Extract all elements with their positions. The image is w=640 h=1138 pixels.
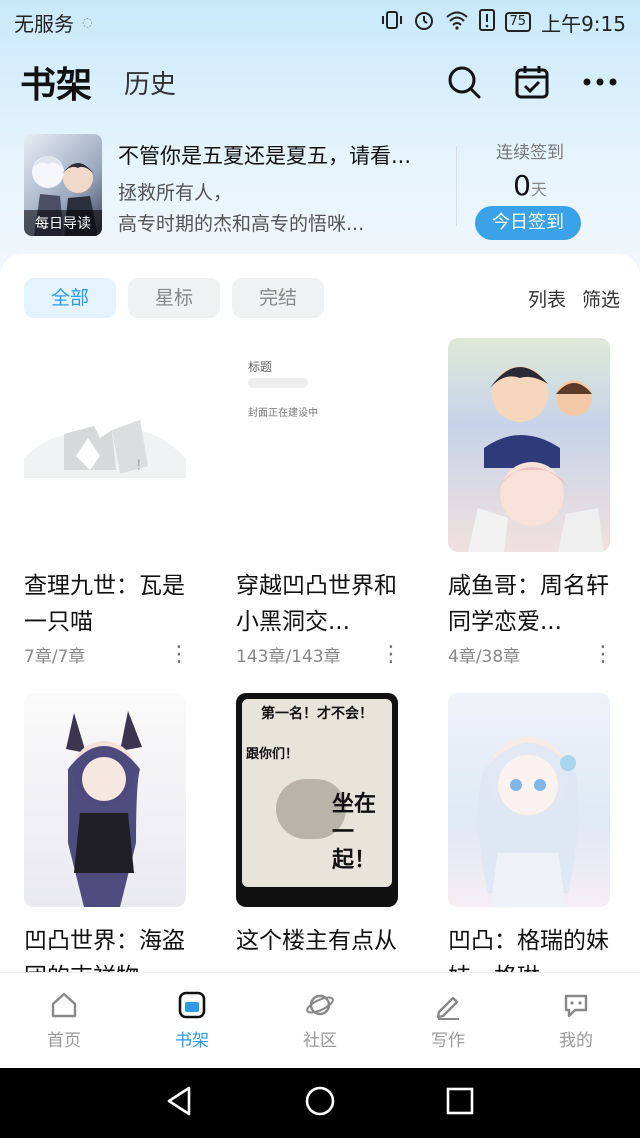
book-card[interactable]: 第一名！才不会！ 跟你们！ 坐在一起！ 这个楼主有点从 (236, 693, 400, 972)
book-cover[interactable]: ! (24, 338, 186, 552)
filter-chip-all[interactable]: 全部 (24, 278, 116, 318)
filter-chip-finished[interactable]: 完结 (232, 278, 324, 318)
book-more-icon[interactable]: ⋮ (592, 643, 614, 665)
system-nav-bar (0, 1068, 640, 1138)
book-cover[interactable] (448, 338, 610, 552)
book-title: 凹凸世界：海盗团的吉祥物 (24, 928, 185, 972)
cover-placeholder-title: 标题 (248, 360, 273, 374)
book-grid: ! 查理九世：瓦是一只喵 7章/7章 ⋮ 标题 封面正在建设中 穿越凹凸世界和小… (24, 338, 616, 972)
svg-text:!: ! (136, 458, 142, 474)
daily-guide-cover[interactable]: 每日导读 (24, 134, 102, 236)
book-cover[interactable] (448, 693, 610, 907)
book-more-icon[interactable]: ⋮ (380, 643, 402, 665)
carrier-text: 无服务 (14, 11, 74, 36)
book-title: 凹凸：格瑞的妹妹，格琳 (448, 928, 609, 972)
banner-title: 不管你是五夏还是夏五，请看... (118, 144, 412, 168)
filter-button[interactable]: 筛选 (582, 285, 620, 312)
sim-alert-icon (478, 8, 495, 36)
anime-white-hair-girl-illustration (478, 737, 579, 907)
tab-label: 社区 (303, 1031, 337, 1051)
filter-bar: 全部 星标 完结 列表 筛选 (24, 278, 620, 318)
meme-caption-top: 第一名！才不会！ (261, 706, 373, 722)
list-view-button[interactable]: 列表 (528, 285, 566, 312)
book-title: 穿越凹凸世界和小黑洞交... (236, 573, 397, 635)
tab-label: 书架 (175, 1031, 209, 1051)
meme-caption-main: 坐在一起！ (332, 792, 377, 873)
book-title: 查理九世：瓦是一只喵 (24, 573, 185, 635)
home-nav-icon[interactable] (304, 1085, 336, 1121)
search-icon[interactable] (444, 62, 484, 102)
bottom-tab-bar: 首页 书架 社区 写作 我的 (0, 972, 640, 1068)
anime-cat-ear-girl-illustration (66, 711, 142, 907)
book-progress: 4章/38章 (448, 647, 521, 667)
checkin-widget: 连续签到 0天 今日签到 (475, 134, 585, 240)
chat-bubble-icon (564, 994, 588, 1018)
anime-boy-girl-illustration (468, 366, 604, 552)
checkin-label: 连续签到 (496, 143, 564, 163)
meme-caption-left: 跟你们！ (246, 747, 299, 762)
clock-text: 上午9:15 (541, 11, 626, 36)
book-card[interactable]: ! 查理九世：瓦是一只喵 7章/7章 ⋮ (24, 338, 190, 667)
banner-line-2: 拯救所有人， (118, 182, 233, 204)
tab-bookshelf-title[interactable]: 书架 (20, 56, 92, 108)
tab-history[interactable]: 历史 (124, 64, 176, 101)
banner-line-3: 高专时期的杰和高专的悟咪... (118, 213, 365, 235)
book-card[interactable]: 咸鱼哥：周名轩同学恋爱... 4章/38章 ⋮ (448, 338, 614, 667)
filter-chip-starred[interactable]: 星标 (128, 278, 220, 318)
recents-icon[interactable] (445, 1086, 475, 1120)
bookshelf-panel: 全部 星标 完结 列表 筛选 ! 查理九世：瓦是一只喵 7章/7章 ⋮ 标题 封… (0, 254, 640, 972)
planet-icon (306, 994, 334, 1016)
checkin-days-unit: 天 (530, 180, 547, 199)
book-more-icon[interactable]: ⋮ (168, 643, 190, 665)
checkin-days: 0 (513, 169, 531, 202)
pen-icon (436, 996, 459, 1020)
bookshelf-icon (178, 991, 206, 1019)
book-card[interactable]: 凹凸世界：海盗团的吉祥物 (24, 693, 188, 972)
daily-guide-tag: 每日导读 (24, 210, 102, 236)
book-title: 咸鱼哥：周名轩同学恋爱... (448, 573, 609, 635)
broken-image-icon: ! (24, 420, 186, 478)
tab-community[interactable]: 社区 (256, 973, 384, 1068)
app-header: 书架 历史 (0, 52, 640, 112)
tab-home[interactable]: 首页 (0, 973, 128, 1068)
tab-profile[interactable]: 我的 (512, 973, 640, 1068)
book-progress: 143章/143章 (236, 647, 341, 667)
more-icon[interactable] (580, 62, 620, 102)
tab-label: 首页 (47, 1031, 81, 1051)
book-cover[interactable] (24, 693, 186, 907)
book-progress: 7章/7章 (24, 647, 86, 667)
divider (456, 146, 457, 226)
checkin-button[interactable]: 今日签到 (475, 206, 581, 240)
status-bar: 无服务 ◌ 75 上午9:15 (0, 0, 640, 44)
battery-indicator: 75 (504, 12, 532, 32)
no-signal-icon: ◌ (82, 15, 93, 29)
tab-bookshelf[interactable]: 书架 (128, 973, 256, 1068)
cover-placeholder-bar (248, 378, 308, 388)
cover-placeholder-status: 封面正在建设中 (248, 408, 318, 419)
book-cover[interactable]: 第一名！才不会！ 跟你们！ 坐在一起！ (236, 693, 398, 907)
alarm-icon (413, 9, 435, 36)
tab-label: 我的 (559, 1031, 593, 1051)
daily-guide-banner[interactable]: 每日导读 不管你是五夏还是夏五，请看... 拯救所有人， 高专时期的杰和高专的悟… (24, 134, 624, 240)
back-icon[interactable] (165, 1085, 195, 1121)
book-cover[interactable]: 标题 封面正在建设中 (236, 338, 398, 552)
home-icon (51, 992, 77, 1018)
book-card[interactable]: 标题 封面正在建设中 穿越凹凸世界和小黑洞交... 143章/143章 ⋮ (236, 338, 402, 667)
tab-write[interactable]: 写作 (384, 973, 512, 1068)
book-title: 这个楼主有点从 (236, 928, 397, 954)
tab-label: 写作 (431, 1031, 465, 1051)
calendar-check-icon[interactable] (512, 62, 552, 102)
wifi-icon (445, 10, 469, 35)
book-card[interactable]: 凹凸：格瑞的妹妹，格琳 (448, 693, 612, 972)
vibrate-icon (381, 9, 403, 36)
